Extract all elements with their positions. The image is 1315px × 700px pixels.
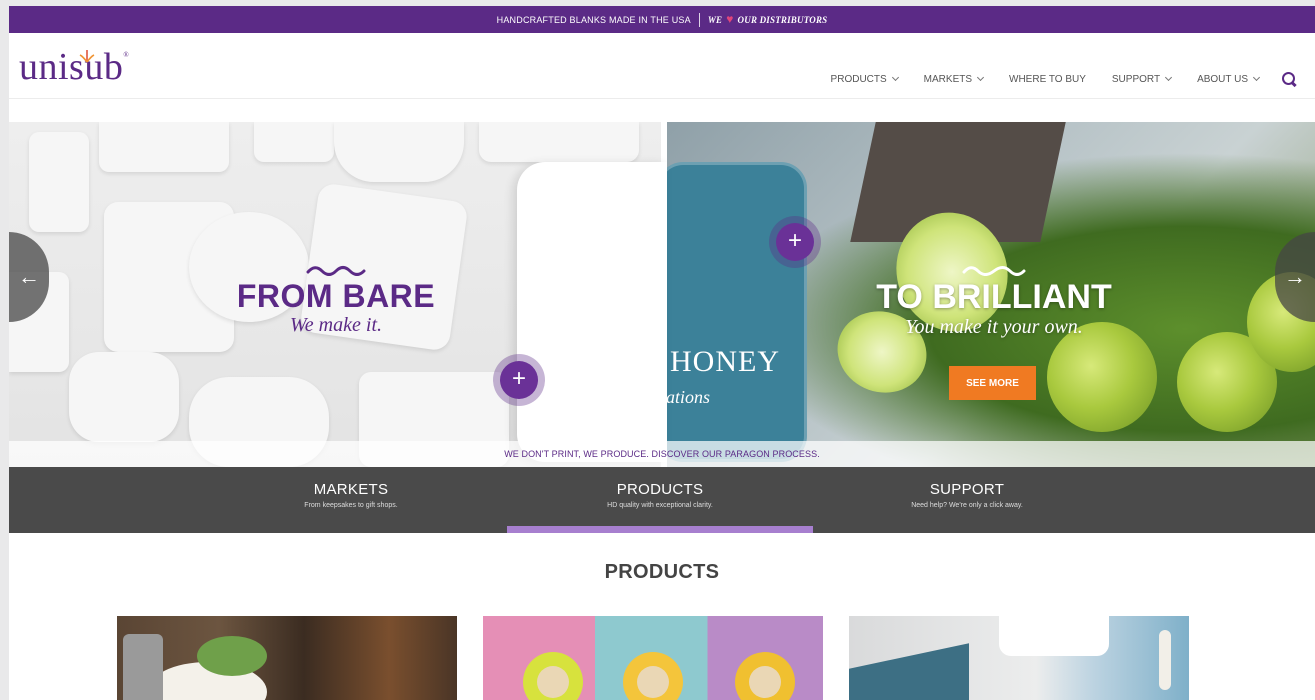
nav-products[interactable]: PRODUCTS xyxy=(830,73,899,85)
distributors-link[interactable]: WE ♥ OUR DISTRIBUTORS xyxy=(708,12,828,27)
teal-board: HONEY ations xyxy=(657,162,807,462)
product-image xyxy=(123,634,163,700)
active-tab-indicator xyxy=(507,526,813,533)
product-card-2[interactable] xyxy=(483,616,823,700)
category-title: PRODUCTS xyxy=(616,481,704,498)
arrow-right-icon: → xyxy=(1284,264,1306,289)
nav-about-us[interactable]: ABOUT US xyxy=(1197,73,1261,85)
category-desc: From keepsakes to gift shops. xyxy=(304,502,398,509)
to-brilliant-sub: You make it your own. xyxy=(905,316,1083,338)
main-nav: PRODUCTS MARKETS WHERE TO BUY SUPPORT AB… xyxy=(831,71,1297,87)
search-icon[interactable] xyxy=(1281,71,1297,87)
heart-icon: ♥ xyxy=(726,12,734,26)
product-image xyxy=(735,652,795,700)
board-sub: ations xyxy=(666,387,711,407)
nav-label: ABOUT US xyxy=(1197,73,1248,85)
category-bar: MARKETS From keepsakes to gift shops. PR… xyxy=(9,467,1315,533)
hotspot-plus-button[interactable]: + xyxy=(769,216,821,268)
see-more-button[interactable]: SEE MORE xyxy=(949,366,1036,400)
divider xyxy=(698,12,700,27)
product-image xyxy=(849,643,969,700)
page: HANDCRAFTED BLANKS MADE IN THE USA WE ♥ … xyxy=(9,6,1315,700)
product-image xyxy=(523,652,583,700)
chevron-down-icon xyxy=(1165,73,1173,81)
category-support[interactable]: SUPPORT Need help? We're only a click aw… xyxy=(847,481,1087,509)
nav-support[interactable]: SUPPORT xyxy=(1111,73,1173,85)
nav-markets[interactable]: MARKETS xyxy=(923,73,985,85)
product-image xyxy=(999,616,1109,656)
tagline: HANDCRAFTED BLANKS MADE IN THE USA xyxy=(496,14,691,25)
distributors-we: WE xyxy=(707,14,723,25)
from-bare-sub: We make it. xyxy=(289,314,382,336)
products-heading: PRODUCTS xyxy=(604,561,720,583)
arrow-left-icon: ← xyxy=(18,264,40,289)
blank-shape xyxy=(99,122,229,172)
hotspot-plus-button[interactable]: + xyxy=(493,354,545,406)
announcement-bar: HANDCRAFTED BLANKS MADE IN THE USA WE ♥ … xyxy=(9,6,1315,33)
blank-shape xyxy=(29,132,89,232)
nav-label: MARKETS xyxy=(923,73,973,85)
product-image xyxy=(197,636,267,676)
site-header: unisub® PRODUCTS MARKETS WHERE TO BUY SU… xyxy=(9,33,1315,99)
category-desc: HD quality with exceptional clarity. xyxy=(607,502,713,509)
to-brilliant-headline: TO BRILLIANT You make it your own. xyxy=(859,262,1129,339)
chevron-down-icon xyxy=(976,73,985,81)
paragon-process-link[interactable]: WE DON'T PRINT, WE PRODUCE. DISCOVER OUR… xyxy=(9,441,1315,467)
plus-icon: + xyxy=(500,361,538,399)
blank-shape xyxy=(479,122,639,162)
blank-shape xyxy=(334,122,464,182)
white-board xyxy=(517,162,667,462)
chevron-down-icon xyxy=(891,73,899,81)
product-card-3[interactable] xyxy=(849,616,1189,700)
nav-label: PRODUCTS xyxy=(830,73,887,85)
logo-text: unisub xyxy=(19,46,124,88)
category-title: MARKETS xyxy=(313,481,389,498)
blank-shape xyxy=(69,352,179,442)
wave-icon xyxy=(962,266,1026,276)
from-bare-title: FROM BARE xyxy=(236,278,436,314)
nav-where-to-buy[interactable]: WHERE TO BUY xyxy=(1009,74,1086,85)
logo-flame-icon xyxy=(79,49,95,63)
product-card-1[interactable] xyxy=(117,616,457,700)
category-title: SUPPORT xyxy=(929,481,1005,498)
category-desc: Need help? We're only a click away. xyxy=(911,502,1023,509)
logo-reg: ® xyxy=(123,51,130,59)
hero-slider: HONEY ations FROM BARE We make it. TO BR… xyxy=(9,122,1315,467)
blank-shape xyxy=(254,122,334,162)
unisub-logo[interactable]: unisub® xyxy=(19,45,129,89)
plus-icon: + xyxy=(776,223,814,261)
category-products[interactable]: PRODUCTS HD quality with exceptional cla… xyxy=(540,481,780,509)
product-image xyxy=(1159,630,1171,690)
to-brilliant-title: TO BRILLIANT xyxy=(876,278,1112,316)
from-bare-headline: FROM BARE We make it. xyxy=(221,262,451,337)
category-markets[interactable]: MARKETS From keepsakes to gift shops. xyxy=(231,481,471,509)
chevron-down-icon xyxy=(1252,73,1261,81)
wave-icon xyxy=(306,266,366,276)
board-text: HONEY xyxy=(670,345,780,378)
distributors-text: OUR DISTRIBUTORS xyxy=(737,14,828,25)
nav-label: SUPPORT xyxy=(1111,73,1161,85)
product-image xyxy=(623,652,683,700)
nav-label: WHERE TO BUY xyxy=(1009,73,1086,85)
